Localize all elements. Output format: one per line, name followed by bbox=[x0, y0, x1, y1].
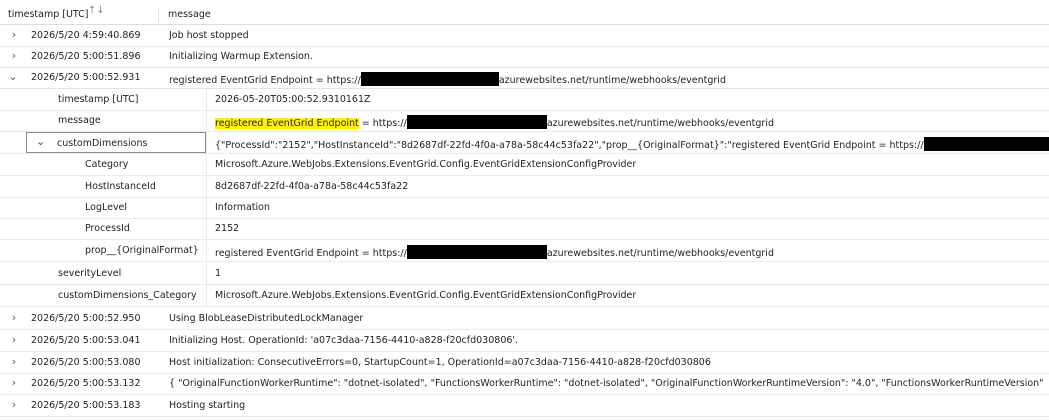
table-row[interactable]: › 2026/5/20 5:00:53.080 Host initializat… bbox=[0, 352, 1049, 374]
chevron-right-icon[interactable]: › bbox=[9, 28, 19, 41]
detail-row-severitylevel: severityLevel 1 bbox=[0, 263, 1049, 285]
table-row[interactable]: › 2026/5/20 4:59:40.869 Job host stopped bbox=[0, 25, 1049, 47]
row-message: Hosting starting bbox=[169, 400, 246, 411]
chevron-right-icon[interactable]: › bbox=[9, 376, 19, 389]
detail-key: LogLevel bbox=[85, 202, 128, 213]
detail-row-message: message registered EventGrid Endpoint = … bbox=[0, 110, 1049, 132]
detail-key: timestamp [UTC] bbox=[58, 94, 139, 105]
row-timestamp: 2026/5/20 5:00:51.896 bbox=[31, 51, 141, 62]
detail-key: prop__{OriginalFormat} bbox=[85, 245, 199, 256]
detail-row-hostinstanceid: HostInstanceId 8d2687df-22fd-4f0a-a78a-5… bbox=[0, 176, 1049, 198]
message-suffix: azurewebsites.net/runtime/webhooks/event… bbox=[498, 75, 726, 86]
row-timestamp: 2026/5/20 4:59:40.869 bbox=[31, 30, 141, 41]
detail-separator bbox=[206, 218, 207, 239]
row-timestamp: 2026/5/20 5:00:52.950 bbox=[31, 313, 141, 324]
customdimensions-toggle[interactable]: ⌄ customDimensions bbox=[26, 132, 206, 153]
row-timestamp: 2026/5/20 5:00:52.931 bbox=[31, 72, 141, 83]
message-prefix: registered EventGrid Endpoint = https:// bbox=[169, 75, 361, 86]
row-timestamp: 2026/5/20 5:00:53.080 bbox=[31, 357, 141, 368]
table-row[interactable]: › 2026/5/20 5:00:52.950 Using BlobLeaseD… bbox=[0, 308, 1049, 330]
row-message: Using BlobLeaseDistributedLockManager bbox=[169, 313, 364, 324]
detail-separator bbox=[206, 240, 207, 261]
detail-value[interactable]: 2152 bbox=[215, 223, 239, 234]
chevron-right-icon[interactable]: › bbox=[9, 355, 19, 368]
message-rest: = https:// bbox=[358, 118, 407, 129]
detail-row-originalformat: prop__{OriginalFormat} registered EventG… bbox=[0, 240, 1049, 262]
table-header: timestamp [UTC] ↑↓ message bbox=[0, 4, 1049, 25]
row-message: registered EventGrid Endpoint = https://… bbox=[169, 72, 726, 86]
table-row[interactable]: › 2026/5/20 5:00:53.132 { "OriginalFunct… bbox=[0, 373, 1049, 395]
chevron-down-icon[interactable]: ⌄ bbox=[8, 70, 18, 83]
detail-key: ProcessId bbox=[85, 223, 130, 234]
detail-separator bbox=[206, 176, 207, 197]
row-message: Job host stopped bbox=[169, 30, 249, 41]
detail-separator bbox=[206, 110, 207, 131]
row-message: Host initialization: ConsecutiveErrors=0… bbox=[169, 357, 711, 368]
chevron-right-icon[interactable]: › bbox=[9, 398, 19, 411]
highlighted-text: registered EventGrid Endpoint bbox=[215, 118, 359, 129]
redacted-block bbox=[360, 72, 499, 86]
detail-value[interactable]: Information bbox=[215, 202, 270, 213]
detail-row-customdimensions: ⌄ customDimensions {"ProcessId":"2152","… bbox=[0, 132, 1049, 154]
detail-value[interactable]: 1 bbox=[215, 268, 221, 279]
value-prefix: registered EventGrid Endpoint = https:// bbox=[215, 248, 407, 259]
detail-value[interactable]: 2026-05-20T05:00:52.9310161Z bbox=[215, 94, 371, 105]
detail-key: severityLevel bbox=[58, 268, 122, 279]
message-suffix: azurewebsites.net/runtime/webhooks/event… bbox=[546, 118, 774, 129]
detail-row-processid: ProcessId 2152 bbox=[0, 218, 1049, 240]
redacted-block bbox=[923, 137, 1049, 151]
row-timestamp: 2026/5/20 5:00:53.183 bbox=[31, 400, 141, 411]
table-row[interactable]: › 2026/5/20 5:00:53.041 Initializing Hos… bbox=[0, 330, 1049, 352]
detail-value[interactable]: registered EventGrid Endpoint = https://… bbox=[215, 115, 774, 129]
detail-key: HostInstanceId bbox=[85, 181, 156, 192]
detail-separator bbox=[206, 89, 207, 110]
row-message: Initializing Warmup Extension. bbox=[169, 51, 313, 62]
detail-separator bbox=[206, 154, 207, 175]
detail-value[interactable]: 8d2687df-22fd-4f0a-a78a-58c44c53fa22 bbox=[215, 181, 408, 192]
detail-value[interactable]: Microsoft.Azure.WebJobs.Extensions.Event… bbox=[215, 290, 636, 301]
detail-separator bbox=[206, 132, 207, 153]
table-row[interactable]: › 2026/5/20 5:00:51.896 Initializing War… bbox=[0, 46, 1049, 68]
detail-key: customDimensions bbox=[57, 138, 148, 149]
detail-key: customDimensions_Category bbox=[58, 290, 197, 301]
detail-value[interactable]: Microsoft.Azure.WebJobs.Extensions.Event… bbox=[215, 159, 636, 170]
value-suffix: azurewebsites.net/runtime/webhooks/event… bbox=[546, 248, 774, 259]
row-message: Initializing Host. OperationId: 'a07c3da… bbox=[169, 335, 519, 346]
detail-value[interactable]: registered EventGrid Endpoint = https://… bbox=[215, 245, 774, 259]
row-message: { "OriginalFunctionWorkerRuntime": "dotn… bbox=[169, 378, 1044, 389]
chevron-right-icon[interactable]: › bbox=[9, 311, 19, 324]
detail-separator bbox=[206, 285, 207, 306]
detail-key: message bbox=[58, 115, 101, 126]
value-prefix: {"ProcessId":"2152","HostInstanceId":"8d… bbox=[215, 140, 924, 151]
sort-icon[interactable]: ↑↓ bbox=[88, 5, 105, 16]
detail-separator bbox=[206, 263, 207, 284]
detail-row-loglevel: LogLevel Information bbox=[0, 197, 1049, 219]
table-row-expanded[interactable]: ⌄ 2026/5/20 5:00:52.931 registered Event… bbox=[0, 67, 1049, 89]
redacted-block bbox=[406, 245, 547, 259]
detail-key: Category bbox=[85, 159, 129, 170]
table-row[interactable]: › 2026/5/20 5:00:53.183 Hosting starting bbox=[0, 395, 1049, 417]
column-header-timestamp[interactable]: timestamp [UTC] bbox=[8, 9, 89, 20]
detail-row-customdimensions-category: customDimensions_Category Microsoft.Azur… bbox=[0, 285, 1049, 307]
column-header-message[interactable]: message bbox=[168, 9, 211, 20]
redacted-block bbox=[406, 115, 547, 129]
row-timestamp: 2026/5/20 5:00:53.132 bbox=[31, 378, 141, 389]
detail-row-timestamp: timestamp [UTC] 2026-05-20T05:00:52.9310… bbox=[0, 89, 1049, 111]
detail-value[interactable]: {"ProcessId":"2152","HostInstanceId":"8d… bbox=[215, 137, 1049, 151]
detail-separator bbox=[206, 197, 207, 218]
column-separator[interactable] bbox=[158, 7, 159, 22]
chevron-right-icon[interactable]: › bbox=[9, 49, 19, 62]
row-timestamp: 2026/5/20 5:00:53.041 bbox=[31, 335, 141, 346]
chevron-down-icon[interactable]: ⌄ bbox=[36, 135, 45, 148]
detail-row-category: Category Microsoft.Azure.WebJobs.Extensi… bbox=[0, 154, 1049, 176]
chevron-right-icon[interactable]: › bbox=[9, 333, 19, 346]
